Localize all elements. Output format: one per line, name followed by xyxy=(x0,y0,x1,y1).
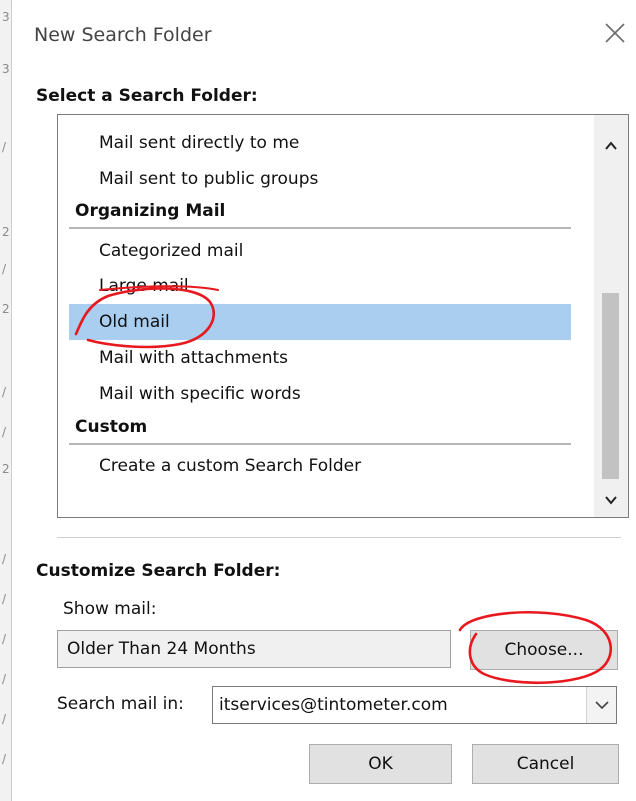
group-divider xyxy=(69,227,571,229)
list-item-mail-sent-public-groups[interactable]: Mail sent to public groups xyxy=(58,161,582,197)
group-header-custom: Custom xyxy=(75,417,148,437)
edge-char: 3 xyxy=(2,10,10,24)
scroll-thumb[interactable] xyxy=(602,293,619,479)
search-mail-in-value: itservices@tintometer.com xyxy=(219,695,448,715)
list-item-mail-with-attachments[interactable]: Mail with attachments xyxy=(58,340,582,376)
edge-char: / xyxy=(2,672,7,686)
chevron-up-icon[interactable] xyxy=(602,137,620,155)
list-item-mail-sent-directly[interactable]: Mail sent directly to me xyxy=(58,125,582,161)
select-folder-heading: Select a Search Folder: xyxy=(36,86,258,106)
ok-button[interactable]: OK xyxy=(309,744,452,784)
chevron-down-icon[interactable] xyxy=(586,687,616,723)
edge-char: / xyxy=(2,592,7,606)
list-item-mail-specific-words[interactable]: Mail with specific words xyxy=(58,376,582,412)
list-item-old-mail[interactable]: Old mail xyxy=(69,304,571,340)
edge-char: / xyxy=(2,752,7,766)
edge-char: 3 xyxy=(2,62,10,76)
show-mail-label: Show mail: xyxy=(63,599,157,619)
background-window-edge: 3 3 / 2 / 2 / / 2 / / / / / / xyxy=(0,0,12,801)
edge-char: / xyxy=(2,140,7,154)
search-mail-in-dropdown[interactable]: itservices@tintometer.com xyxy=(212,686,617,724)
edge-char: / xyxy=(2,425,7,439)
choose-button[interactable]: Choose... xyxy=(470,630,618,670)
dialog-title: New Search Folder xyxy=(34,24,212,46)
group-header-organizing-mail: Organizing Mail xyxy=(75,201,226,221)
section-divider xyxy=(57,537,621,538)
list-item-categorized-mail[interactable]: Categorized mail xyxy=(58,233,582,269)
search-folder-list[interactable]: Mail sent directly to me Mail sent to pu… xyxy=(57,114,629,518)
close-icon[interactable] xyxy=(602,20,628,46)
edge-char: / xyxy=(2,632,7,646)
search-mail-in-label: Search mail in: xyxy=(57,694,184,714)
customize-heading: Customize Search Folder: xyxy=(36,561,281,581)
edge-char: / xyxy=(2,712,7,726)
edge-char: 2 xyxy=(2,302,10,316)
edge-char: 2 xyxy=(2,462,10,476)
edge-char: / xyxy=(2,552,7,566)
edge-char: 2 xyxy=(2,225,10,239)
list-scrollbar[interactable] xyxy=(594,115,628,517)
list-item-large-mail[interactable]: Large mail xyxy=(58,268,582,304)
edge-char: / xyxy=(2,385,7,399)
group-divider xyxy=(69,443,571,445)
list-item-create-custom[interactable]: Create a custom Search Folder xyxy=(58,448,582,484)
show-mail-value-field: Older Than 24 Months xyxy=(57,630,451,668)
new-search-folder-dialog: New Search Folder Select a Search Folder… xyxy=(12,0,636,801)
edge-char: / xyxy=(2,262,7,276)
cancel-button[interactable]: Cancel xyxy=(472,744,619,784)
chevron-down-icon[interactable] xyxy=(602,491,620,509)
